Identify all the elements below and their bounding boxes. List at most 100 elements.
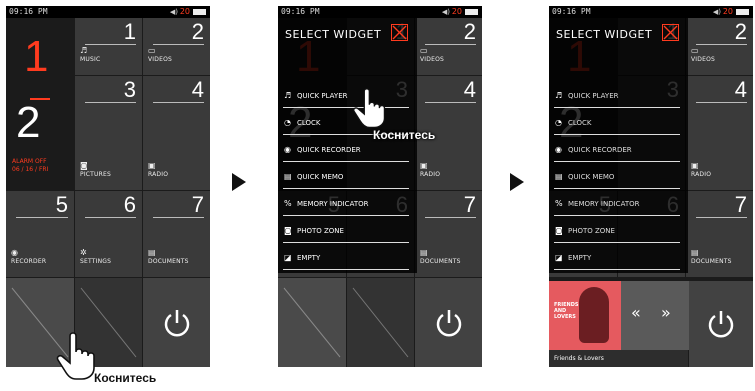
widget-option-quick-memo[interactable]: ▤ QUICK MEMO [283,163,409,189]
next-step-arrow-icon [232,173,246,191]
tile-videos[interactable]: 2 ▭ VIDEOS [143,18,210,75]
status-time: 09:16 PM [552,7,591,16]
document-icon: ▤ [420,248,428,257]
tile-number: 4 [463,77,476,102]
speaker-icon: ◀) [169,8,178,16]
tile-radio[interactable]: 4 ▣ RADIO [143,76,210,190]
album-art-title: FRIENDS AND LOVERS [554,302,579,320]
tile-videos[interactable]: 2 ▭ VIDEOS [415,18,482,75]
close-button[interactable] [662,24,679,41]
camera-icon: ◙ [80,161,88,170]
clock-icon: ◔ [284,118,291,127]
widget-option-clock[interactable]: ◔ CLOCK [554,109,680,135]
alarm-state: ALARM OFF [12,158,47,165]
memo-icon: ▤ [284,172,292,181]
volume-level: 20 [179,7,190,16]
battery-icon [193,9,206,15]
tile-music[interactable]: 1 ♬ MUSIC [75,18,142,75]
tile-recorder[interactable]: 5 ◉ RECORDER [6,191,74,277]
widget-option-empty[interactable]: ◪ EMPTY [554,244,680,270]
tile-label: MUSIC [80,56,101,63]
tile-number: 1 [123,19,136,44]
option-label: CLOCK [297,119,321,127]
close-icon [663,25,678,40]
widget-option-memory-indicator[interactable]: % MEMORY INDICATOR [554,190,680,216]
option-label: MEMORY INDICATOR [568,200,640,208]
tile-documents[interactable]: 7 ▤ DOCUMENTS [415,191,482,277]
widget-option-empty[interactable]: ◪ EMPTY [283,244,409,270]
widget-option-memory-indicator[interactable]: % MEMORY INDICATOR [283,190,409,216]
widget-option-photo-zone[interactable]: ◙ PHOTO ZONE [554,217,680,243]
tile-number: 2 [463,19,476,44]
radio-icon: ▣ [148,161,156,170]
tile-label: DOCUMENTS [420,258,461,265]
clock-minute: 2 [16,98,41,147]
power-button[interactable] [143,278,210,367]
tile-documents[interactable]: 7 ▤ DOCUMENTS [143,191,210,277]
radio-icon: ▣ [420,161,428,170]
tile-label: RECORDER [11,258,47,265]
power-icon [164,309,189,336]
status-bar: 09:16 PM ◀) 20 [549,6,753,18]
speaker-icon: ◀) [441,8,450,16]
instruction-caption: Коснитесь [373,128,436,142]
tile-number: 3 [123,77,136,102]
tile-label: VIDEOS [148,56,173,63]
percent-icon: % [284,199,292,208]
option-label: QUICK MEMO [568,173,615,181]
option-label: QUICK PLAYER [297,92,348,100]
track-title: Friends & Lovers [549,350,688,367]
tile-label: DOCUMENTS [148,258,189,265]
option-label: PHOTO ZONE [568,227,615,235]
tile-number: 7 [734,192,747,217]
alarm-status: ALARM OFF 06 / 16 / FRI [12,158,48,174]
select-widget-screen-result: 09:16 PM ◀) 20 1 2 1 2 ▭ VIDEOS 3 4 ▣ RA… [549,6,753,367]
video-icon: ▭ [420,46,428,55]
widget-option-quick-player[interactable]: ♬ QUICK PLAYER [554,82,680,108]
tile-number: 2 [734,19,747,44]
album-photo [579,287,609,343]
empty-widget-slot[interactable] [278,278,346,367]
tile-number: 5 [55,192,68,217]
tile-pictures[interactable]: 3 ◙ PICTURES [75,76,142,190]
power-icon [436,309,461,336]
option-label: QUICK RECORDER [568,146,632,154]
alarm-date: 06 / 16 / FRI [12,166,49,173]
record-icon: ◉ [11,248,18,257]
tile-radio[interactable]: 4 ▣ RADIO [686,76,753,190]
diagonal-slash [352,287,409,358]
option-label: QUICK MEMO [297,173,344,181]
option-label: QUICK PLAYER [568,92,619,100]
document-icon: ▤ [691,248,699,257]
previous-track-button[interactable]: « [631,303,641,322]
widget-option-quick-recorder[interactable]: ◉ QUICK RECORDER [554,136,680,162]
next-track-button[interactable]: » [661,303,671,322]
tile-label: RADIO [148,171,169,178]
tile-label: RADIO [691,171,712,178]
close-button[interactable] [391,24,408,41]
memo-icon: ▤ [555,172,563,181]
tile-documents[interactable]: 7 ▤ DOCUMENTS [686,191,753,277]
select-widget-menu: SELECT WIDGET ♬ QUICK PLAYER ◔ CLOCK ◉ QUIC… [549,18,688,273]
close-icon [392,25,407,40]
empty-widget-slot[interactable] [347,278,414,367]
tile-settings[interactable]: 6 ✲ SETTINGS [75,191,142,277]
album-art[interactable]: FRIENDS AND LOVERS [549,281,621,350]
widget-option-photo-zone[interactable]: ◙ PHOTO ZONE [283,217,409,243]
home-screen: 09:16 PM ◀) 20 1 2 ALARM OFF 06 / 16 / F… [6,6,210,367]
music-icon: ♬ [284,91,292,100]
option-label: CLOCK [568,119,592,127]
status-bar: 09:16 PM ◀) 20 [6,6,210,18]
video-icon: ▭ [691,46,699,55]
touch-hand-icon [353,88,386,129]
clock-icon: ◔ [555,118,562,127]
tile-label: VIDEOS [420,56,445,63]
document-icon: ▤ [148,248,156,257]
option-label: MEMORY INDICATOR [297,200,369,208]
quick-player-controls: « » [621,281,689,350]
widget-option-quick-memo[interactable]: ▤ QUICK MEMO [554,163,680,189]
tile-videos[interactable]: 2 ▭ VIDEOS [686,18,753,75]
power-button[interactable] [415,278,482,367]
clock-widget[interactable]: 1 2 ALARM OFF 06 / 16 / FRI [6,18,74,190]
power-button[interactable] [689,281,753,367]
